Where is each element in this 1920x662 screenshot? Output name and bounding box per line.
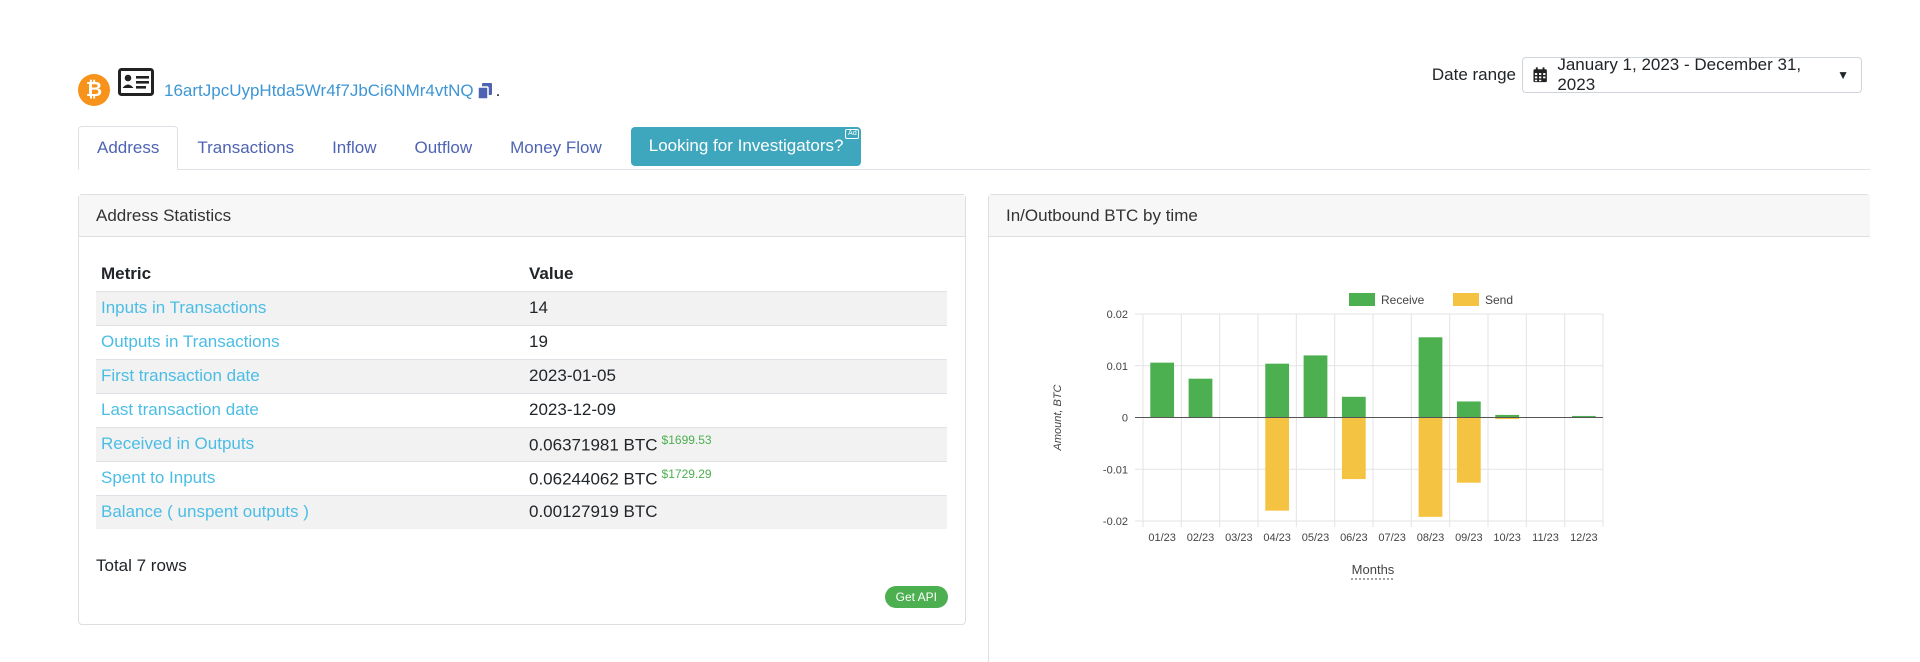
- investigators-label: Looking for Investigators?: [648, 136, 844, 155]
- bitcoin-icon: ₿: [78, 74, 110, 106]
- address-statistics-title: Address Statistics: [79, 195, 965, 237]
- bar-receive: [1188, 378, 1213, 418]
- tab-transactions[interactable]: Transactions: [178, 126, 313, 170]
- chart-card-title: In/Outbound BTC by time: [989, 195, 1870, 237]
- y-tick-label: 0.02: [1107, 309, 1128, 321]
- table-row: Spent to Inputs 0.06244062 BTC $1729.29: [96, 460, 947, 495]
- table-row: Received in Outputs 0.06371981 BTC $1699.5…: [96, 426, 947, 461]
- tab-address[interactable]: Address: [78, 126, 179, 170]
- address-statistics-card: Address Statistics Metric Value Inputs i…: [78, 194, 966, 625]
- y-tick-label: -0.02: [1103, 516, 1128, 528]
- legend-label-receive: Receive: [1381, 293, 1425, 307]
- metric-value-cell: 2023-12-09: [524, 392, 947, 427]
- bar-receive: [1456, 401, 1481, 418]
- table-row: First transaction date 2023-01-05: [96, 358, 947, 393]
- metric-value: 14: [529, 298, 548, 317]
- tab-inflow[interactable]: Inflow: [313, 126, 395, 170]
- table-row: Last transaction date 2023-12-09: [96, 392, 947, 427]
- metric-value-cell: 0.00127919 BTC: [524, 494, 947, 529]
- x-tick-label: 07/23: [1378, 532, 1406, 544]
- metric-link[interactable]: Balance ( unspent outputs ): [96, 494, 524, 529]
- legend-label-send: Send: [1485, 293, 1513, 307]
- legend-swatch-receive: [1349, 293, 1375, 306]
- metric-link[interactable]: Spent to Inputs: [96, 460, 524, 495]
- x-tick-label: 08/23: [1417, 532, 1445, 544]
- bar-receive: [1265, 363, 1290, 418]
- date-range-picker[interactable]: January 1, 2023 - December 31, 2023 ▼: [1522, 55, 1862, 94]
- x-tick-label: 04/23: [1263, 532, 1291, 544]
- address-trailing-dot: .: [495, 81, 501, 100]
- usd-value: $1699.53: [661, 432, 712, 447]
- metric-value-cell: 0.06371981 BTC $1699.53: [524, 426, 947, 461]
- address-header: ₿ 16artJpcUypHtda5Wr4f7JbCi6NMr4vtNQ .: [78, 64, 500, 106]
- x-axis-label: Months: [1352, 562, 1395, 577]
- metric-value-cell: 2023-01-05: [524, 358, 947, 393]
- metric-link[interactable]: First transaction date: [96, 358, 524, 393]
- total-rows: Total 7 rows: [96, 556, 187, 575]
- metric-value: 0.06371981 BTC: [529, 435, 658, 455]
- table-row: Outputs in Transactions 19: [96, 324, 947, 359]
- btc-bar-chart: 0.02 0.01 0 -0.01 -0.02 01/23 02/23 03/23 04/23 0…: [1052, 293, 1604, 580]
- x-tick-label: 09/23: [1455, 532, 1483, 544]
- x-tick-label: 11/23: [1532, 532, 1559, 544]
- bar-receive: [1418, 337, 1443, 418]
- metric-value-cell: 14: [524, 290, 947, 325]
- y-tick-label: 0.01: [1107, 361, 1128, 373]
- tab-bar: Address Transactions Inflow Outflow Mone…: [78, 126, 1870, 170]
- legend-swatch-send: [1453, 293, 1479, 306]
- metric-value-cell: 0.06244062 BTC $1729.29: [524, 460, 947, 495]
- calendar-icon: [1533, 67, 1547, 83]
- get-api-button[interactable]: Get API: [884, 586, 948, 608]
- metric-link[interactable]: Received in Outputs: [96, 426, 524, 461]
- bar-send: [1456, 417, 1481, 483]
- metric-link[interactable]: Inputs in Transactions: [96, 290, 524, 325]
- bar-send: [1265, 417, 1290, 511]
- table-row: Balance ( unspent outputs ) 0.00127919 BT…: [96, 494, 947, 529]
- metric-value-cell: 19: [524, 324, 947, 359]
- metric-value: 2023-12-09: [529, 400, 616, 419]
- id-card-icon[interactable]: [118, 68, 154, 96]
- x-tick-label: 02/23: [1187, 532, 1215, 544]
- metric-link[interactable]: Outputs in Transactions: [96, 324, 524, 359]
- date-range-value: January 1, 2023 - December 31, 2023: [1557, 55, 1802, 94]
- usd-value: $1729.29: [661, 466, 712, 481]
- metric-value: 2023-01-05: [529, 366, 616, 385]
- address-link[interactable]: 16artJpcUypHtda5Wr4f7JbCi6NMr4vtNQ: [164, 81, 474, 101]
- x-tick-label: 12/23: [1570, 532, 1598, 544]
- investigators-button[interactable]: Looking for Investigators? Ad: [630, 126, 862, 166]
- caret-down-icon: ▼: [1837, 68, 1849, 82]
- date-range: Date range January 1, 2023 - December 31…: [1431, 55, 1862, 94]
- statistics-table: Metric Value Inputs in Transactions 14 Out…: [96, 257, 947, 529]
- bar-send: [1341, 417, 1366, 480]
- column-header-metric: Metric: [101, 263, 152, 283]
- x-tick-label: 01/23: [1148, 532, 1176, 544]
- x-tick-label: 06/23: [1340, 532, 1368, 544]
- tab-outflow[interactable]: Outflow: [395, 126, 491, 170]
- bar-receive: [1150, 362, 1175, 418]
- x-tick-label: 03/23: [1225, 532, 1253, 544]
- y-tick-label: -0.01: [1103, 464, 1128, 476]
- metric-link[interactable]: Last transaction date: [96, 392, 524, 427]
- bar-send: [1418, 417, 1443, 517]
- date-range-label: Date range: [1431, 65, 1516, 84]
- metric-value: 0.00127919 BTC: [529, 502, 658, 522]
- chart-card: In/Outbound BTC by time 0.02 0.01 0 -0.01 -0…: [988, 194, 1870, 662]
- bar-receive: [1303, 355, 1328, 418]
- y-tick-label: 0: [1122, 413, 1128, 425]
- table-row: Inputs in Transactions 14: [96, 290, 947, 325]
- x-tick-label: 05/23: [1302, 532, 1330, 544]
- y-axis-label: Amount, BTC: [1052, 384, 1064, 451]
- page: ₿ 16artJpcUypHtda5Wr4f7JbCi6NMr4vtNQ . D…: [0, 0, 1920, 662]
- copy-icon[interactable]: [477, 83, 492, 99]
- metric-value: 19: [529, 332, 548, 351]
- x-tick-label: 10/23: [1493, 532, 1521, 544]
- metric-value: 0.06244062 BTC: [529, 469, 658, 489]
- column-header-value: Value: [529, 263, 574, 283]
- tab-money-flow[interactable]: Money Flow: [491, 126, 621, 170]
- ad-badge: Ad: [845, 128, 860, 139]
- bar-receive: [1341, 396, 1366, 418]
